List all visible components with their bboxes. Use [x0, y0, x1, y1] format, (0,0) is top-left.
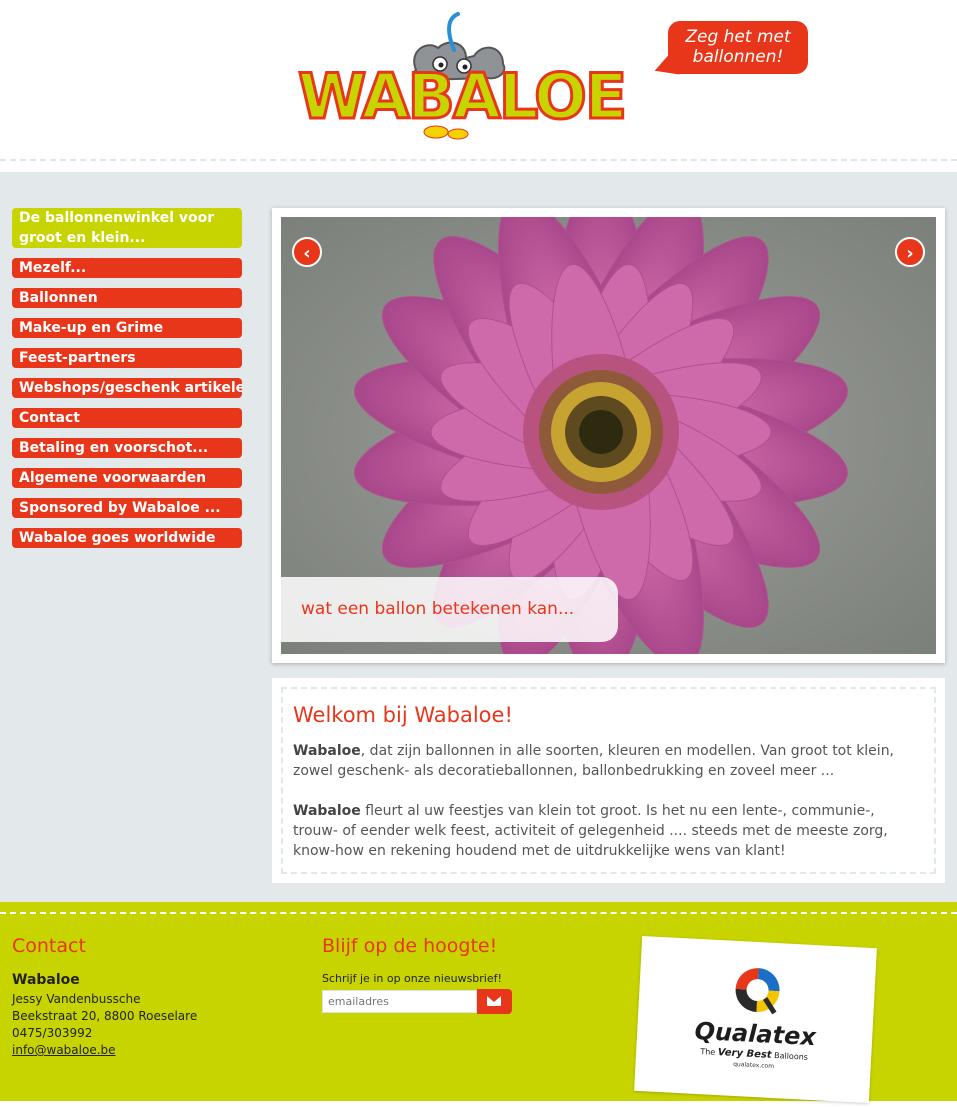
contact-address: Beekstraat 20, 8800 Roeselare [12, 1009, 198, 1023]
wabaloe-logo[interactable]: WABALOE [296, 10, 643, 140]
chevron-right-icon: › [906, 243, 914, 264]
header-divider [0, 159, 957, 161]
contact-email-link[interactable]: info@wabaloe.be [12, 1043, 116, 1057]
slider-next-button[interactable]: › [895, 237, 925, 267]
welcome-paragraph-1: Wabaloe, dat zijn ballonnen in alle soor… [293, 741, 924, 781]
envelope-icon [487, 996, 501, 1006]
slider-prev-button[interactable]: ‹ [292, 237, 322, 267]
newsletter-label: Schrijf je in op onze nieuwsbrief! [322, 972, 502, 985]
site-footer: Contact Wabaloe Jessy Vandenbussche Beek… [0, 902, 957, 1104]
paragraph-text: fleurt al uw feestjes van klein tot groo… [293, 803, 888, 859]
nav-item-betaling[interactable]: Betaling en voorschot... [12, 438, 242, 458]
qualatex-brand-text: Qualatex [694, 1017, 818, 1051]
nav-item-voorwaarden[interactable]: Algemene voorwaarden [12, 468, 242, 488]
nav-item-sponsored[interactable]: Sponsored by Wabaloe ... [12, 498, 242, 518]
nav-item-feest-partners[interactable]: Feest-partners [12, 348, 242, 368]
nav-item-ballonnen[interactable]: Ballonnen [12, 288, 242, 308]
nav-item-make-up[interactable]: Make-up en Grime [12, 318, 242, 338]
sidebar-nav: De ballonnenwinkel voor groot en klein..… [12, 208, 242, 558]
nav-item-worldwide[interactable]: Wabaloe goes worldwide [12, 528, 242, 548]
nav-item-webshops[interactable]: Webshops/geschenk artikelen [12, 378, 242, 398]
newsletter-email-input[interactable] [322, 990, 477, 1013]
welcome-paragraph-2: Wabaloe fleurt al uw feestjes van klein … [293, 801, 924, 861]
welcome-title: Welkom bij Wabaloe! [293, 703, 513, 727]
tagline-speech-bubble: Zeg het met ballonnen! [668, 21, 808, 74]
qualatex-sponsor-card[interactable]: Qualatex The Very Best Balloons qualatex… [634, 935, 877, 1104]
logo-wordmark: WABALOE [296, 60, 628, 133]
qualatex-logo: Qualatex The Very Best Balloons qualatex… [694, 968, 818, 1070]
newsletter-title: Blijf op de hoogte! [322, 935, 498, 957]
qualatex-url: qualatex.com [733, 1061, 774, 1070]
contact-title: Contact [12, 935, 86, 957]
paragraph-text: , dat zijn ballonnen in alle soorten, kl… [293, 743, 895, 779]
contact-phone: 0475/303992 [12, 1026, 93, 1040]
nav-item-mezelf[interactable]: Mezelf... [12, 258, 242, 278]
welcome-section: Welkom bij Wabaloe! Wabaloe, dat zijn ba… [272, 678, 945, 883]
image-slider: ‹ › wat een ballon betekenen kan... [272, 208, 945, 663]
slide-image: ‹ › wat een ballon betekenen kan... [281, 217, 936, 654]
brand-name: Wabaloe [293, 743, 361, 759]
brand-name: Wabaloe [293, 803, 361, 819]
slide-caption: wat een ballon betekenen kan... [281, 577, 618, 642]
site-header: WABALOE Zeg het met ballonnen! [0, 0, 957, 161]
contact-company: Wabaloe [12, 972, 80, 988]
welcome-box: Welkom bij Wabaloe! Wabaloe, dat zijn ba… [281, 687, 936, 874]
chevron-left-icon: ‹ [303, 243, 311, 264]
nav-item-contact[interactable]: Contact [12, 408, 242, 428]
newsletter-submit-button[interactable] [477, 989, 512, 1014]
nav-item-home[interactable]: De ballonnenwinkel voor groot en klein..… [12, 208, 242, 248]
footer-divider [0, 912, 957, 914]
contact-person: Jessy Vandenbussche [12, 992, 141, 1006]
